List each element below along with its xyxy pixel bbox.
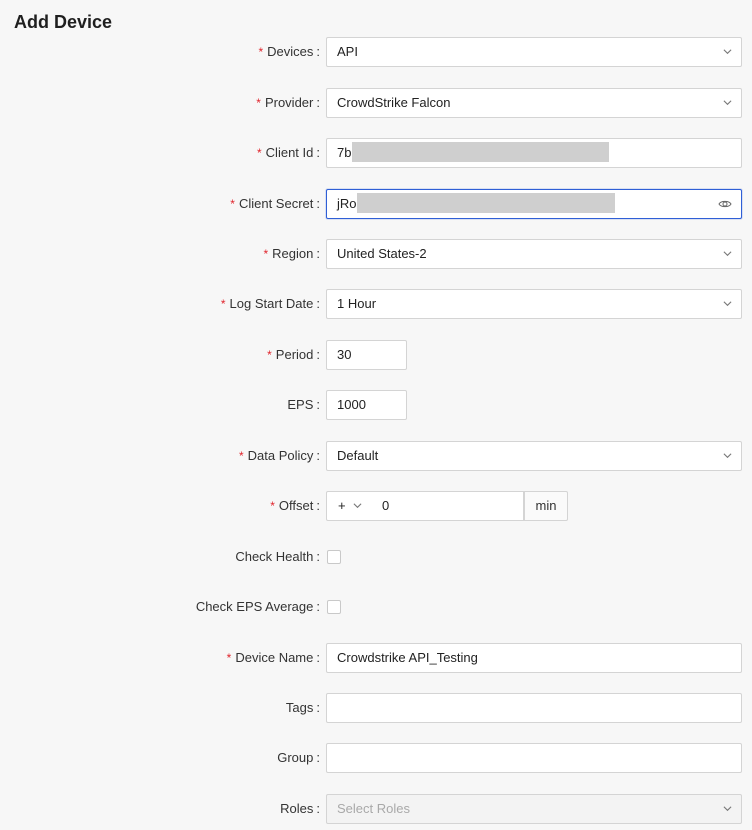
- data-policy-label: Data Policy: [247, 448, 314, 463]
- required-mark: *: [238, 449, 244, 463]
- provider-value: CrowdStrike Falcon: [337, 95, 451, 110]
- offset-sign-value: +: [338, 498, 346, 513]
- device-name-label: Device Name: [235, 650, 314, 665]
- check-eps-average-label: Check EPS Average: [195, 599, 314, 614]
- log-start-date-label: Log Start Date: [229, 296, 314, 311]
- page-title: Add Device: [14, 12, 113, 32]
- device-name-row: * Device Name: Crowdstrike API_Testing: [0, 643, 752, 673]
- required-mark: *: [256, 96, 261, 110]
- log-start-date-row: * Log Start Date: 1 Hour: [0, 289, 752, 319]
- check-health-row: Check Health:: [0, 542, 752, 572]
- chevron-down-icon: [723, 451, 732, 460]
- client-id-label: Client Id: [265, 145, 314, 160]
- client-secret-row: * Client Secret: jRo(: [0, 189, 752, 219]
- data-policy-select[interactable]: Default: [326, 441, 742, 471]
- provider-select[interactable]: CrowdStrike Falcon: [326, 88, 742, 118]
- group-input[interactable]: [326, 743, 742, 773]
- period-value: 30: [337, 347, 352, 362]
- required-mark: *: [220, 297, 226, 311]
- offset-input[interactable]: 0: [372, 491, 524, 521]
- required-mark: *: [226, 651, 232, 665]
- eps-value: 1000: [337, 397, 366, 412]
- offset-label: Offset: [278, 498, 314, 513]
- check-eps-average-checkbox[interactable]: [327, 600, 341, 614]
- eps-row: EPS: 1000: [0, 390, 752, 420]
- offset-unit: min: [524, 491, 568, 521]
- tags-row: Tags:: [0, 693, 752, 723]
- client-id-input[interactable]: 7b: [326, 138, 742, 168]
- redaction-blur: [352, 142, 609, 162]
- data-policy-row: * Data Policy: Default: [0, 441, 752, 471]
- client-secret-input[interactable]: jRo(: [326, 189, 742, 219]
- client-secret-label: Client Secret: [238, 196, 314, 211]
- devices-value: API: [337, 44, 358, 59]
- devices-select[interactable]: API: [326, 37, 742, 67]
- redaction-blur: [357, 193, 615, 213]
- provider-label: Provider: [264, 95, 314, 110]
- client-id-value: 7b: [337, 145, 352, 160]
- chevron-down-icon: [723, 249, 732, 258]
- region-row: * Region: United States-2: [0, 239, 752, 269]
- required-mark: *: [270, 499, 275, 513]
- period-row: * Period: 30: [0, 340, 752, 370]
- chevron-down-icon: [723, 47, 732, 56]
- client-id-row: * Client Id: 7b: [0, 138, 752, 168]
- region-select[interactable]: United States-2: [326, 239, 742, 269]
- period-input[interactable]: 30: [326, 340, 407, 370]
- roles-row: Roles: Select Roles: [0, 794, 752, 824]
- devices-label: Devices: [267, 44, 314, 59]
- roles-select[interactable]: Select Roles: [326, 794, 742, 824]
- group-label: Group: [277, 750, 314, 765]
- device-name-input[interactable]: Crowdstrike API_Testing: [326, 643, 742, 673]
- eye-icon[interactable]: [718, 197, 732, 211]
- required-mark: *: [257, 146, 262, 160]
- chevron-down-icon: [353, 501, 362, 510]
- required-mark: *: [258, 45, 264, 59]
- offset-row: * Offset: + 0 min: [0, 491, 752, 521]
- chevron-down-icon: [723, 299, 732, 308]
- check-health-label: Check Health: [235, 549, 314, 564]
- log-start-date-select[interactable]: 1 Hour: [326, 289, 742, 319]
- tags-label: Tags: [285, 700, 314, 715]
- data-policy-value: Default: [337, 448, 379, 463]
- check-health-checkbox[interactable]: [327, 550, 341, 564]
- offset-value: 0: [382, 498, 390, 513]
- region-label: Region: [272, 246, 314, 261]
- log-start-date-value: 1 Hour: [337, 296, 377, 311]
- chevron-down-icon: [723, 804, 732, 813]
- group-row: Group:: [0, 743, 752, 773]
- required-mark: *: [263, 247, 269, 261]
- device-name-value: Crowdstrike API_Testing: [337, 650, 478, 665]
- roles-label: Roles: [280, 801, 314, 816]
- required-mark: *: [230, 197, 235, 211]
- region-value: United States-2: [337, 246, 427, 261]
- tags-input[interactable]: [326, 693, 742, 723]
- eps-label: EPS: [287, 397, 314, 412]
- required-mark: *: [267, 348, 272, 362]
- check-eps-average-row: Check EPS Average:: [0, 592, 752, 622]
- provider-row: * Provider: CrowdStrike Falcon: [0, 88, 752, 118]
- eps-input[interactable]: 1000: [326, 390, 407, 420]
- period-label: Period: [275, 347, 314, 362]
- devices-row: * Devices: API: [0, 37, 752, 67]
- roles-placeholder: Select Roles: [337, 801, 410, 816]
- offset-sign-select[interactable]: +: [326, 491, 373, 521]
- chevron-down-icon: [723, 98, 732, 107]
